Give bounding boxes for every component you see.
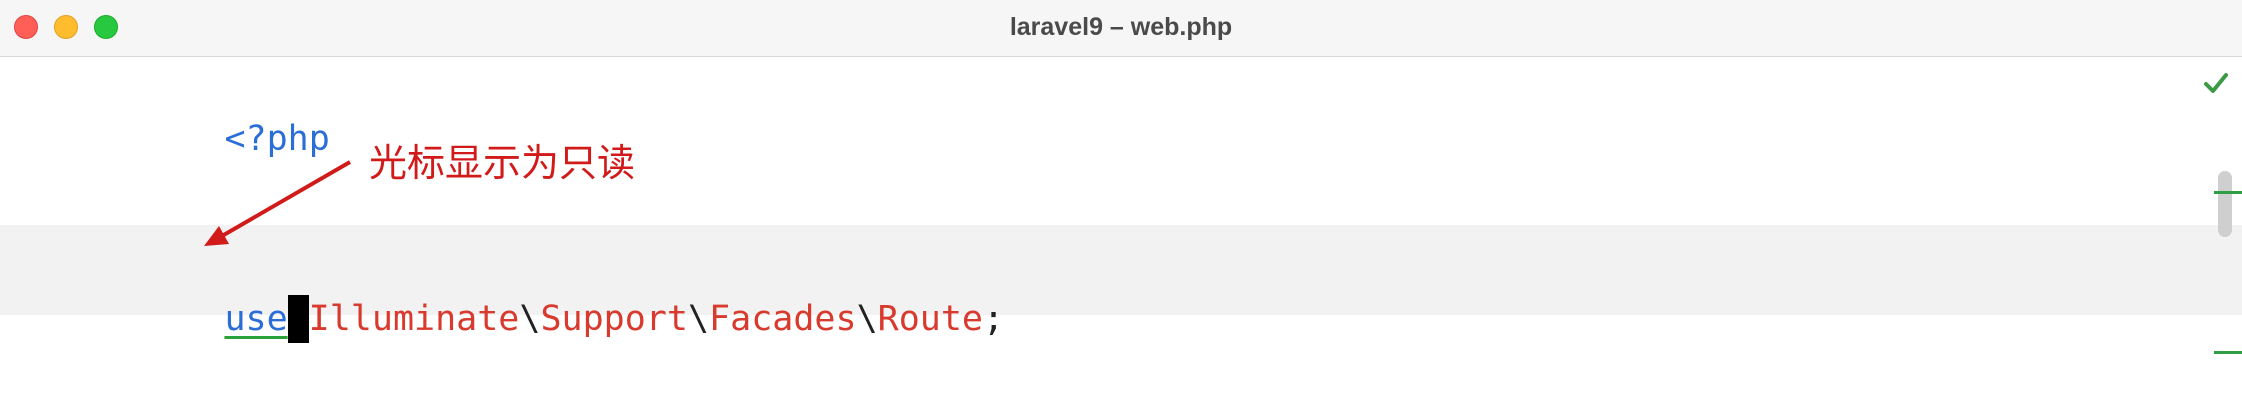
scrollbar-thumb[interactable] [2218,171,2232,237]
namespace-part: Route [877,299,983,339]
namespace-part: Support [540,299,688,339]
namespace-separator: \ [856,299,878,339]
php-open-tag: <?php [224,119,330,159]
annotation-label: 光标显示为只读 [369,141,636,185]
check-icon[interactable] [2204,72,2228,94]
title-bar[interactable]: laravel9 – web.php [0,0,2242,57]
use-keyword: use [224,299,288,339]
namespace-separator: \ [519,299,541,339]
block-caret [287,295,309,343]
namespace-part: Illuminate [308,299,520,339]
change-marker[interactable] [2214,351,2242,354]
statement-terminator: ; [983,299,1005,339]
editor-window: laravel9 – web.php <?php use Illuminate\S… [0,0,2242,406]
change-marker[interactable] [2214,191,2242,194]
window-title: laravel9 – web.php [1009,13,1233,41]
code-editor[interactable]: <?php use Illuminate\Support\Facades\Rout… [0,57,2242,406]
namespace-part: Facades [709,299,857,339]
namespace-separator: \ [687,299,710,339]
code-line-3[interactable]: use Illuminate\Support\Facades\Route; [98,247,1004,391]
code-line-1[interactable]: <?php [98,67,330,211]
